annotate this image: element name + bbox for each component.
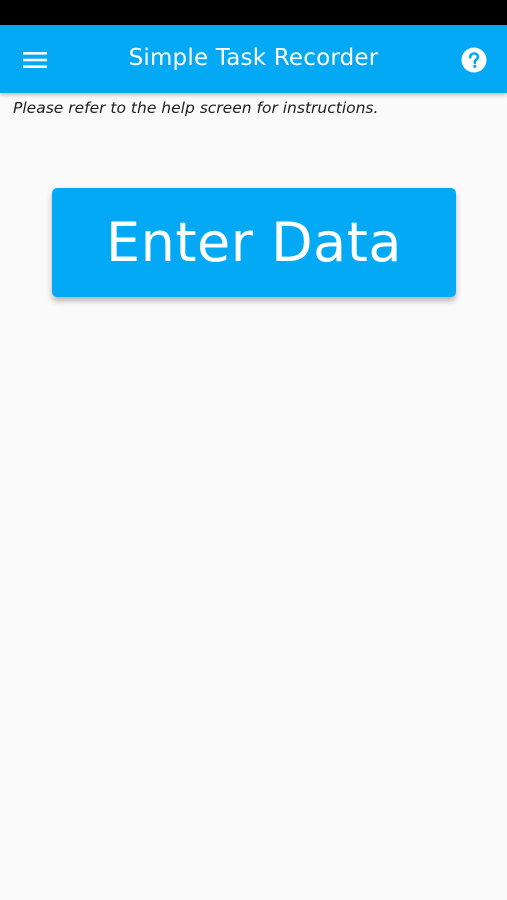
enter-data-label: Enter Data bbox=[105, 211, 403, 274]
help-circle-icon bbox=[461, 47, 487, 73]
app-bar: Simple Task Recorder bbox=[0, 25, 507, 93]
hamburger-menu-icon bbox=[23, 52, 47, 68]
status-bar bbox=[0, 0, 507, 25]
help-instructions-text: Please refer to the help screen for inst… bbox=[13, 99, 379, 117]
help-button[interactable] bbox=[453, 39, 495, 81]
enter-data-button[interactable]: Enter Data bbox=[52, 188, 456, 297]
app-title: Simple Task Recorder bbox=[128, 45, 379, 71]
menu-button[interactable] bbox=[14, 39, 56, 81]
